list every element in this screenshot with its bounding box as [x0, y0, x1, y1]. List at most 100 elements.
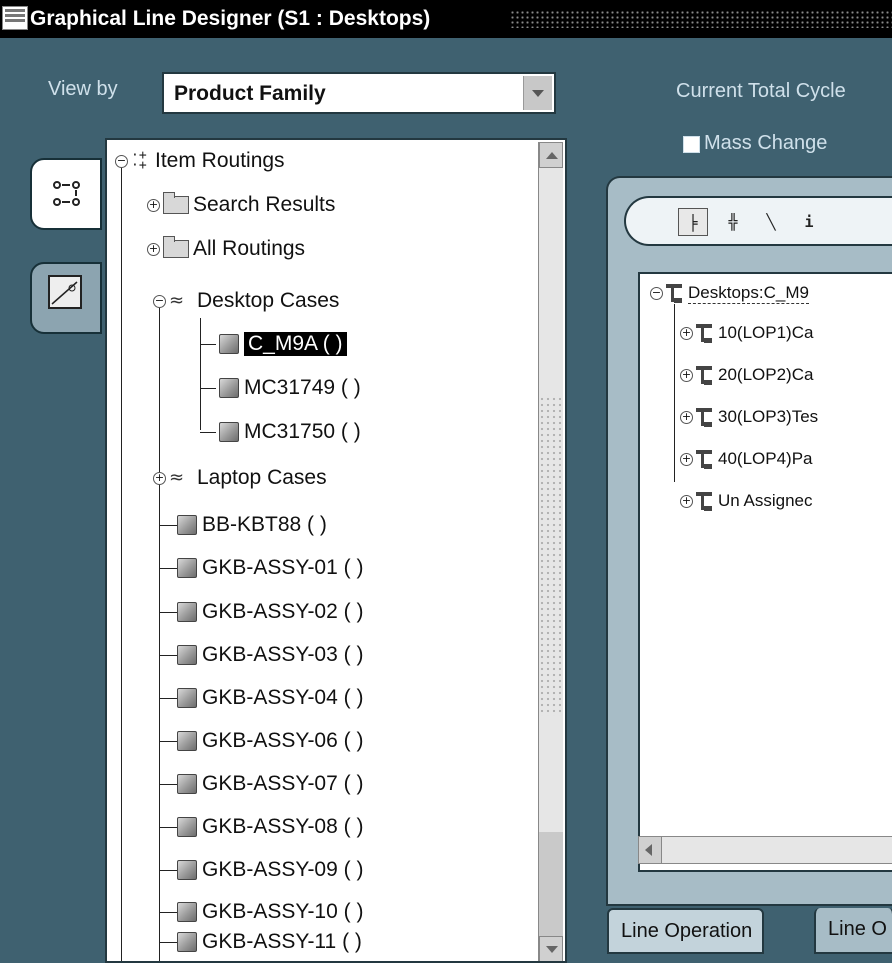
item-cube-icon — [177, 602, 197, 622]
tree-root[interactable]: − ·+ ·+ Item Routings — [115, 144, 285, 178]
expand-icon[interactable]: + — [147, 242, 160, 256]
expand-icon[interactable]: + — [680, 494, 693, 508]
tree-item[interactable]: GKB-ASSY-01 ( ) — [177, 551, 363, 585]
tree-item[interactable]: GKB-ASSY-02 ( ) — [177, 595, 363, 629]
operations-tree[interactable]: − Desktops:C_M9 +10(LOP1)Ca +20(LOP2)Ca … — [638, 272, 892, 872]
tree-node-label: Desktop Cases — [197, 289, 340, 312]
tree-item[interactable]: GKB-ASSY-09 ( ) — [177, 853, 363, 887]
item-cube-icon — [177, 731, 197, 751]
view-by-select[interactable]: Product Family — [162, 72, 556, 114]
operation-icon — [696, 324, 712, 343]
current-total-cycle-label: Current Total Cycle — [676, 80, 846, 102]
expand-icon[interactable]: + — [680, 368, 693, 382]
scroll-down-arrow-icon[interactable] — [539, 936, 563, 961]
scroll-left-arrow-icon[interactable] — [639, 837, 662, 863]
tree-item-label: GKB-ASSY-11 ( ) — [202, 930, 362, 953]
window-title: Graphical Line Designer (S1 : Desktops) — [30, 7, 431, 30]
ops-row[interactable]: +10(LOP1)Ca — [680, 318, 813, 348]
item-cube-icon — [177, 817, 197, 837]
line-operations-panel: ╞ ╬ ╲ i − Desktops:C_M9 +10(LOP1)Ca +20(… — [606, 176, 892, 906]
tree-item-label-selected: C_M9A ( ) — [244, 332, 347, 356]
expand-icon[interactable]: + — [680, 410, 693, 424]
tree-item[interactable]: GKB-ASSY-08 ( ) — [177, 810, 363, 844]
tree-item-c-m9a[interactable]: C_M9A ( ) — [219, 327, 347, 361]
scrollbar-grip[interactable] — [539, 396, 563, 716]
ops-root-label: Desktops:C_M9 — [688, 282, 809, 304]
tree-connector — [159, 870, 177, 871]
ops-row[interactable]: +30(LOP3)Tes — [680, 402, 818, 432]
expand-icon[interactable]: + — [680, 452, 693, 466]
expand-icon[interactable]: + — [147, 198, 160, 212]
collapse-icon[interactable]: − — [650, 286, 663, 300]
tree-connector — [159, 612, 177, 613]
mass-change-label: Mass Change — [704, 132, 828, 154]
expand-icon[interactable]: + — [153, 471, 166, 485]
tab-line-operation[interactable]: Line Operation — [607, 908, 765, 954]
tree-connector — [159, 827, 177, 828]
item-cube-icon — [177, 860, 197, 880]
flow-view-icon[interactable]: ╲ — [756, 208, 786, 236]
tree-node-label: Laptop Cases — [197, 466, 327, 489]
tree-item-label: BB-KBT88 ( ) — [202, 513, 327, 536]
tree-item[interactable]: BB-KBT88 ( ) — [177, 508, 327, 542]
info-icon[interactable]: i — [794, 208, 824, 236]
tree-connector — [200, 432, 216, 433]
window-title-bar: Graphical Line Designer (S1 : Desktops) — [0, 0, 892, 38]
chevron-down-icon[interactable] — [523, 76, 552, 110]
expand-icon[interactable]: + — [680, 326, 693, 340]
operation-icon — [696, 366, 712, 385]
tree-item-mc31749[interactable]: MC31749 ( ) — [219, 371, 361, 405]
tab-routing-tree[interactable] — [30, 158, 102, 230]
operations-horizontal-scrollbar[interactable] — [638, 836, 892, 864]
tree-item[interactable]: GKB-ASSY-03 ( ) — [177, 638, 363, 672]
view-toolbar: ╞ ╬ ╲ i — [624, 196, 892, 246]
item-cube-icon — [219, 378, 239, 398]
collapse-icon[interactable]: − — [115, 154, 128, 168]
tree-item-label: GKB-ASSY-03 ( ) — [202, 643, 364, 666]
tab-graphical-view[interactable] — [30, 262, 102, 334]
tree-connector — [159, 912, 177, 913]
scroll-up-arrow-icon[interactable] — [539, 142, 563, 168]
tree-item-label: GKB-ASSY-06 ( ) — [202, 729, 364, 752]
tree-root-label: Item Routings — [155, 149, 285, 172]
tree-connector — [159, 655, 177, 656]
tree-item[interactable]: GKB-ASSY-06 ( ) — [177, 724, 363, 758]
tree-node-all-routings[interactable]: + All Routings — [147, 232, 305, 266]
tree-node-search-results[interactable]: + Search Results — [147, 188, 335, 222]
routing-tree-panel[interactable]: − ·+ ·+ Item Routings + Search Results + … — [105, 138, 567, 963]
tree-node-desktop-cases[interactable]: − ≈ Desktop Cases — [153, 284, 339, 318]
item-cube-icon — [177, 688, 197, 708]
collapse-icon[interactable]: − — [153, 294, 166, 308]
tree-connector — [159, 568, 177, 569]
ops-root[interactable]: − Desktops:C_M9 — [650, 278, 809, 308]
title-bar-grip[interactable] — [510, 10, 892, 28]
item-cube-icon — [177, 932, 197, 952]
tree-node-laptop-cases[interactable]: + ≈ Laptop Cases — [153, 461, 327, 495]
tree-item[interactable]: GKB-ASSY-04 ( ) — [177, 681, 363, 715]
oracle-logo-icon — [2, 6, 28, 30]
product-family-icon: ≈ — [169, 467, 185, 488]
hierarchy-view-icon[interactable]: ╬ — [718, 208, 748, 236]
operation-icon — [696, 492, 712, 511]
tree-item-mc31750[interactable]: MC31750 ( ) — [219, 415, 361, 449]
tree-connector — [674, 304, 675, 482]
tab-line-o[interactable]: Line O — [814, 908, 892, 954]
diagram-icon — [48, 275, 82, 309]
tree-connector — [200, 318, 201, 430]
tree-connector — [200, 388, 216, 389]
tree-view-icon[interactable]: ╞ — [678, 208, 708, 236]
ops-row[interactable]: +20(LOP2)Ca — [680, 360, 813, 390]
tree-vertical-scrollbar[interactable] — [538, 142, 563, 961]
item-routings-icon: ·+ ·+ — [131, 148, 147, 173]
tree-connector — [159, 698, 177, 699]
tree-node-label: Search Results — [193, 193, 336, 216]
ops-row[interactable]: +40(LOP4)Pa — [680, 444, 813, 474]
tree-connector — [159, 942, 177, 943]
mass-change-checkbox[interactable] — [683, 136, 700, 153]
ops-row[interactable]: + Un Assignec — [680, 486, 813, 516]
tree-item[interactable]: GKB-ASSY-07 ( ) — [177, 767, 363, 801]
tree-item-label: GKB-ASSY-09 ( ) — [202, 858, 364, 881]
tree-item[interactable]: GKB-ASSY-10 ( ) — [177, 895, 363, 929]
ops-row-label: 30(LOP3)Tes — [718, 407, 819, 426]
tree-item[interactable]: GKB-ASSY-11 ( ) — [177, 925, 362, 959]
